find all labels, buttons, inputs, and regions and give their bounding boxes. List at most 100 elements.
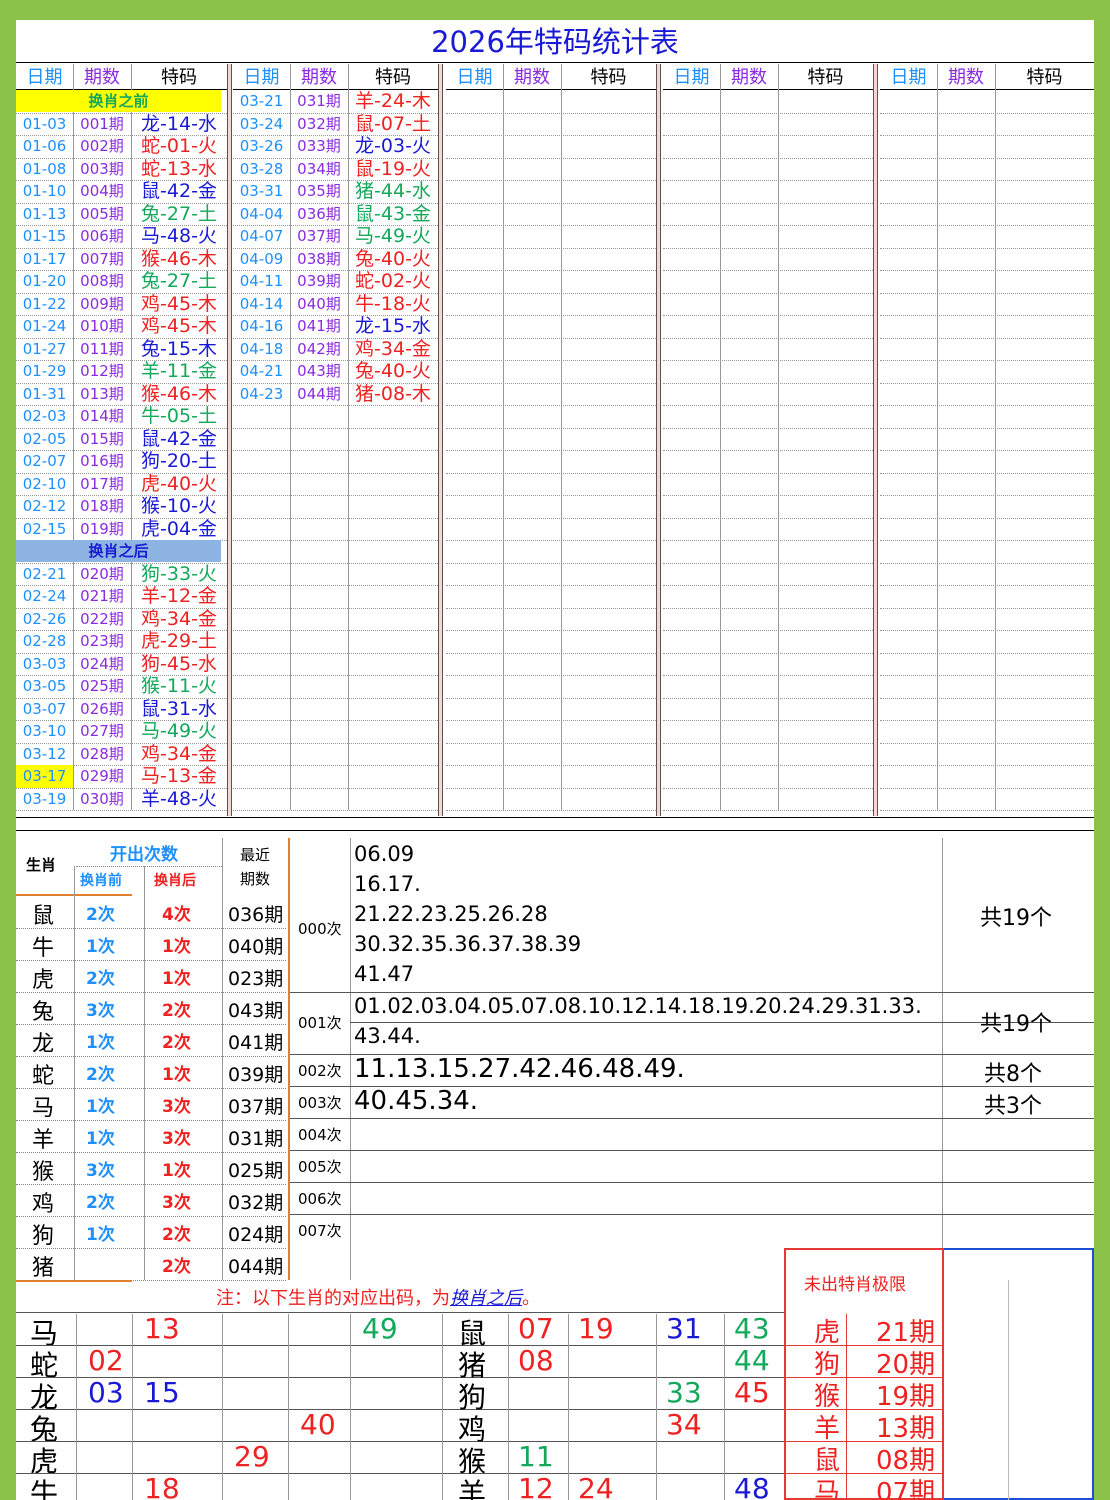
row-line [446, 495, 656, 496]
row-line [663, 652, 873, 654]
grid-col-line [724, 1314, 725, 1500]
header-times: 开出次数 [110, 845, 178, 865]
period-cell: 016期 [80, 452, 124, 470]
code-cell: 马-49-火 [355, 225, 431, 247]
period-cell: 014期 [80, 407, 124, 425]
grid-number: 29 [234, 1440, 270, 1473]
row-line [446, 697, 656, 699]
count-before: 1次 [86, 1225, 115, 1245]
table-row: 04-04 036期 鼠-43-金 [233, 203, 438, 226]
row-line [233, 540, 438, 541]
row-line [663, 697, 873, 699]
row-line [880, 742, 1094, 744]
date-cell: 02-15 [22, 519, 67, 538]
row-line [663, 225, 873, 226]
date-cell: 04-16 [239, 317, 284, 335]
period-cell: 001期 [80, 114, 124, 133]
table-row: 02-26 022期 鸡-34-金 [16, 608, 227, 631]
date-cell: 03-24 [239, 114, 284, 133]
code-cell: 鸡-34-金 [141, 607, 217, 630]
row-line [446, 157, 656, 159]
number-list: 41.47 [354, 962, 415, 986]
period-cell: 015期 [80, 429, 124, 448]
header-period: 期数 [948, 67, 984, 88]
number-list: 40.45.34. [354, 1086, 479, 1116]
row-line [880, 450, 1094, 451]
date-cell: 03-07 [22, 699, 67, 718]
date-cell: 03-19 [22, 789, 67, 808]
row-line [446, 562, 656, 564]
code-cell: 猪-44-水 [355, 180, 431, 202]
row-line [880, 247, 1094, 249]
table-row: 04-18 042期 鸡-34-金 [233, 338, 438, 361]
code-cell: 羊-11-金 [141, 360, 217, 382]
code-cell: 牛-05-土 [141, 405, 217, 427]
date-cell: 01-03 [22, 114, 67, 133]
number-list: 30.32.35.36.37.38.39 [354, 932, 582, 956]
row-line [880, 697, 1094, 699]
row-line [663, 630, 873, 631]
row-line [446, 742, 656, 744]
period-cell: 028期 [80, 744, 124, 763]
code-cell: 鼠-31-水 [141, 697, 217, 720]
grid-col-line [350, 1314, 351, 1500]
date-cell: 04-11 [239, 272, 284, 290]
header-date: 日期 [673, 67, 710, 88]
count-after: 4次 [162, 905, 191, 925]
date-cell: 03-05 [22, 677, 67, 695]
code-cell: 蛇-13-水 [141, 157, 217, 180]
recent-period: 023期 [228, 968, 284, 990]
table-row: 01-17 007期 猴-46-木 [16, 248, 227, 271]
grid-number: 15 [144, 1376, 180, 1409]
grid-number: 12 [518, 1472, 554, 1500]
header-period: 期数 [84, 67, 120, 88]
table-row: 04-14 040期 牛-18-火 [233, 293, 438, 316]
code-cell: 羊-48-火 [141, 787, 217, 810]
row-line [446, 517, 656, 519]
table-row: 04-16 041期 龙-15-水 [233, 315, 438, 338]
period-cell: 036期 [297, 204, 341, 223]
row-line [663, 135, 873, 136]
row-line [446, 472, 656, 474]
number-list: 43.44. [354, 1024, 421, 1048]
grid-zodiac: 牛 [30, 1477, 59, 1500]
recent-period: 039期 [228, 1064, 284, 1086]
zodiac-name: 鸡 [32, 1192, 55, 1217]
period-cell: 033期 [297, 137, 341, 155]
row-line [446, 135, 656, 136]
times-label: 001次 [298, 1014, 342, 1032]
times-label: 004次 [298, 1126, 342, 1144]
note-prefix: 注：以下生肖的对应出码，为 [216, 1288, 450, 1309]
code-cell: 虎-29-土 [141, 630, 217, 652]
date-cell: 02-07 [22, 452, 67, 470]
block-line [290, 1214, 1094, 1215]
grid-col-line [656, 1314, 657, 1500]
code-cell: 虎-04-金 [141, 517, 217, 540]
grid-zodiac: 羊 [458, 1477, 487, 1500]
count-after: 1次 [162, 1161, 191, 1181]
grid-number: 11 [518, 1440, 554, 1473]
period-cell: 025期 [80, 677, 124, 695]
date-cell: 02-05 [22, 429, 67, 448]
column-separator [438, 64, 443, 816]
row-line [880, 337, 1094, 339]
code-cell: 猴-11-火 [141, 675, 217, 697]
row-line [663, 607, 873, 609]
header-code: 特码 [161, 67, 197, 88]
stats-sheet: 2026年特码统计表 日期 期数 特码 日期 期数 特码 日期 期数 特码 日期 期数 特码 日期 期数特… [16, 20, 1094, 1500]
recent-period: 036期 [228, 904, 284, 926]
row-line [446, 720, 656, 721]
table-row: 01-10 004期 鼠-42-金 [16, 180, 227, 203]
grid-number: 34 [666, 1408, 702, 1441]
row-line [446, 180, 656, 181]
row-line [663, 765, 873, 766]
row-line [446, 810, 656, 811]
period-cell: 017期 [80, 474, 124, 493]
date-cell: 03-10 [22, 722, 67, 740]
recent-period: 031期 [228, 1128, 284, 1150]
row-line [663, 517, 873, 519]
zodiac-row-line [16, 1216, 286, 1217]
count-after: 1次 [162, 969, 191, 989]
period-cell: 010期 [80, 317, 124, 335]
grid-number: 33 [666, 1376, 702, 1409]
